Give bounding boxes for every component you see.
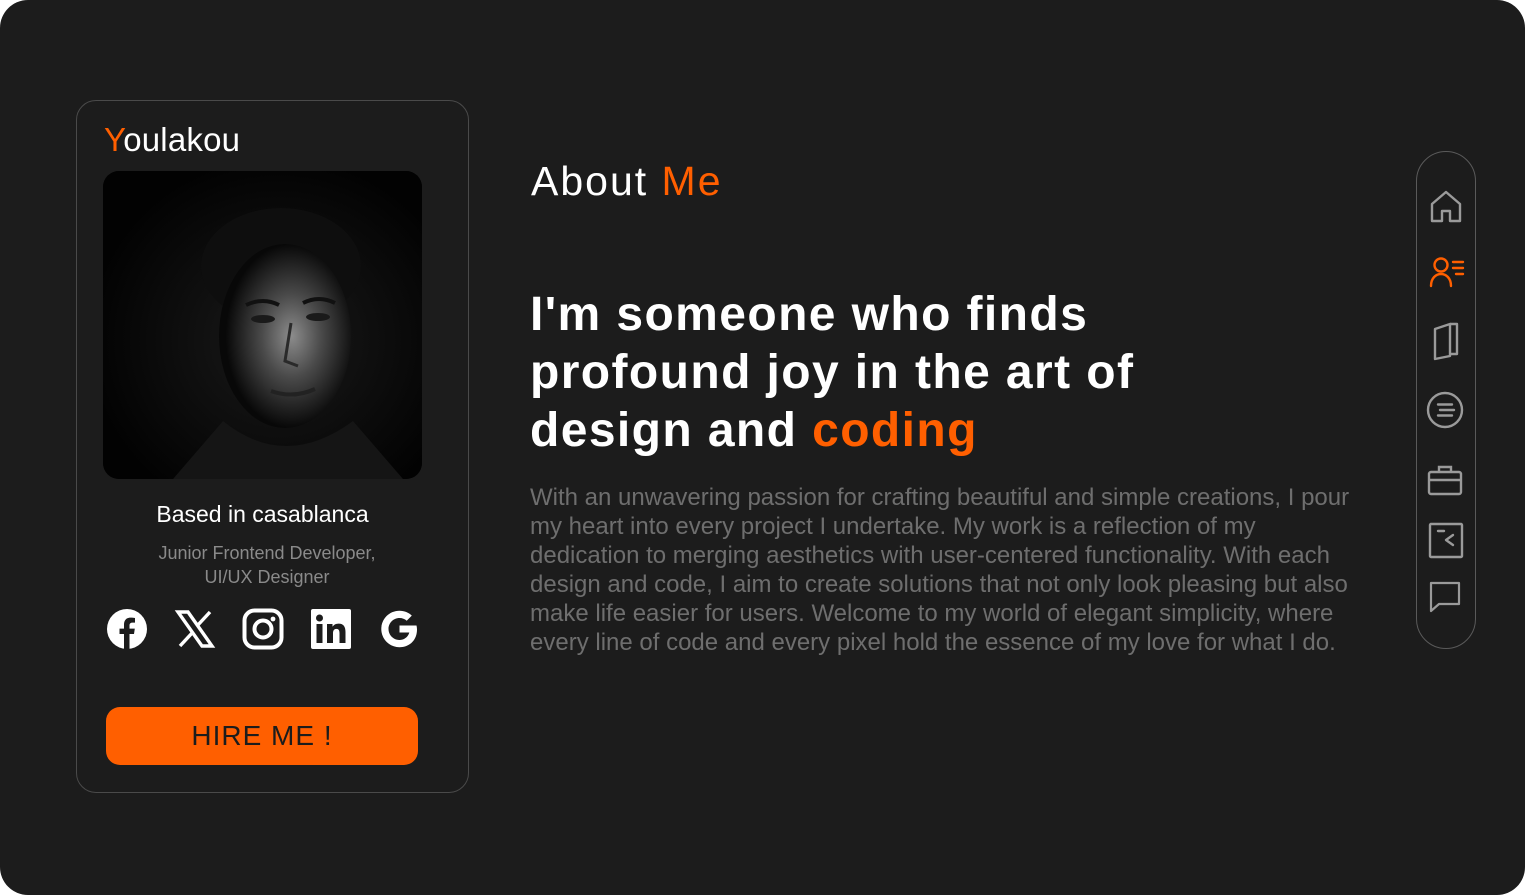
role-line-1: Junior Frontend Developer,	[158, 543, 376, 563]
brand-initial: Y	[104, 121, 124, 158]
role-text: Junior Frontend Developer, UI/UX Designe…	[137, 541, 397, 589]
x-icon[interactable]	[174, 608, 216, 650]
location-text: Based in casablanca	[156, 501, 369, 527]
nav-services-icon[interactable]	[1426, 390, 1466, 430]
linkedin-icon[interactable]	[310, 608, 352, 650]
role-line-2: UI/UX Designer	[204, 567, 330, 587]
headline-line-2: profound joy in the art of	[530, 346, 1135, 399]
brand-name-rest: oulakou	[123, 121, 241, 158]
nav-about-icon[interactable]	[1426, 252, 1466, 292]
nav-projects-icon[interactable]	[1426, 521, 1466, 561]
brand-logo[interactable]: Youlakou	[104, 121, 240, 159]
section-title-white: About	[531, 158, 662, 204]
headline-line-1: I'm someone who finds	[530, 288, 1089, 341]
social-links	[105, 608, 421, 652]
section-title-accent: Me	[661, 158, 723, 204]
nav-resume-icon[interactable]	[1426, 321, 1466, 361]
profile-card: Youlakou Based in casablanca Junior Fron…	[76, 100, 469, 793]
instagram-icon[interactable]	[242, 608, 284, 650]
headline-line-3: design and	[530, 404, 813, 457]
section-title: About Me	[531, 158, 723, 205]
nav-portfolio-icon[interactable]	[1426, 460, 1466, 500]
nav-home-icon[interactable]	[1426, 186, 1466, 226]
profile-photo	[103, 171, 422, 479]
facebook-icon[interactable]	[106, 608, 148, 650]
google-icon[interactable]	[378, 608, 420, 650]
headline-accent: coding	[812, 404, 978, 457]
page-frame: Youlakou Based in casablanca Junior Fron…	[0, 0, 1525, 895]
side-navigation	[1416, 151, 1476, 649]
bio-paragraph: With an unwavering passion for crafting …	[530, 484, 1350, 656]
nav-contact-icon[interactable]	[1426, 577, 1466, 617]
headline: I'm someone who finds profound joy in th…	[530, 286, 1230, 460]
hire-me-button[interactable]: HIRE ME !	[106, 707, 418, 765]
